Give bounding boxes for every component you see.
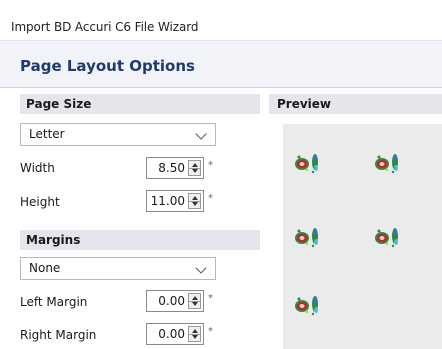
chevron-down-icon [195, 262, 207, 274]
dotplot-blob [379, 162, 385, 166]
dotplot-blob [394, 165, 398, 171]
dotplot-blob [297, 297, 301, 301]
page-size-section-header: Page Size [20, 94, 260, 114]
spin-up-icon[interactable] [192, 163, 198, 167]
spin-down-icon[interactable] [192, 169, 198, 173]
dotplot-blob [313, 297, 317, 303]
margins-section-label: Margins [26, 233, 81, 247]
margins-section-header: Margins [20, 230, 260, 250]
left-margin-label: Left Margin [20, 295, 88, 309]
window-title: Import BD Accuri C6 File Wizard [11, 20, 199, 34]
width-label: Width [20, 161, 55, 175]
margins-preset-value: None [29, 261, 61, 275]
preview-section-label: Preview [277, 97, 332, 111]
preview-section-header: Preview [269, 94, 442, 114]
dotplot-blob [299, 162, 305, 166]
width-value: 8.50 [158, 161, 185, 175]
dotplot-blob [299, 236, 305, 240]
dotplot-blob [311, 170, 315, 174]
height-value: 11.00 [150, 194, 185, 208]
dotplot-blob [311, 312, 315, 316]
dotplot-blob [393, 155, 397, 161]
dotplot-thumbnail-icon [375, 154, 398, 174]
right-margin-required-marker: * [208, 326, 213, 337]
right-margin-spinner[interactable]: 0.00 [146, 323, 204, 345]
dotplot-blob [313, 155, 317, 161]
dotplot-blob [299, 304, 305, 308]
dotplot-blob [314, 165, 318, 171]
dotplot-blob [297, 229, 301, 233]
margins-dropdown[interactable]: None [20, 257, 216, 280]
dotplot-blob [305, 242, 309, 246]
dotplot-blob [311, 244, 315, 248]
right-margin-value: 0.00 [158, 327, 185, 341]
width-required-marker: * [208, 160, 213, 171]
spin-down-icon[interactable] [192, 302, 198, 306]
dotplot-blob [305, 168, 309, 172]
spin-down-icon[interactable] [192, 202, 198, 206]
dotplot-blob [377, 155, 381, 159]
dotplot-thumbnail-icon [295, 154, 318, 174]
dotplot-blob [391, 170, 395, 174]
paper-size-value: Letter [29, 127, 65, 141]
dotplot-blob [305, 310, 309, 314]
dotplot-blob [313, 229, 317, 235]
left-margin-required-marker: * [208, 293, 213, 304]
preview-panel [269, 114, 442, 349]
dotplot-blob [314, 307, 318, 313]
spin-up-icon[interactable] [192, 329, 198, 333]
window-titlebar: Import BD Accuri C6 File Wizard [0, 0, 442, 40]
page-title: Page Layout Options [20, 57, 195, 75]
dotplot-blob [391, 244, 395, 248]
spin-up-icon[interactable] [192, 296, 198, 300]
left-margin-spin-buttons[interactable] [188, 293, 201, 309]
dotplot-thumbnail-icon [295, 228, 318, 248]
dotplot-blob [393, 229, 397, 235]
width-spinner[interactable]: 8.50 [146, 157, 204, 179]
height-required-marker: * [208, 193, 213, 204]
dotplot-blob [394, 239, 398, 245]
right-margin-label: Right Margin [20, 328, 97, 342]
dotplot-thumbnail-icon [375, 228, 398, 248]
dotplot-thumbnail-icon [295, 296, 318, 316]
spin-up-icon[interactable] [192, 196, 198, 200]
preview-page [283, 124, 442, 349]
width-spin-buttons[interactable] [188, 160, 201, 176]
height-spin-buttons[interactable] [188, 193, 201, 209]
right-margin-spin-buttons[interactable] [188, 326, 201, 342]
dotplot-blob [379, 236, 385, 240]
height-label: Height [20, 195, 60, 209]
left-margin-value: 0.00 [158, 294, 185, 308]
dotplot-blob [314, 239, 318, 245]
height-spinner[interactable]: 11.00 [146, 190, 204, 212]
dotplot-blob [385, 168, 389, 172]
dotplot-blob [297, 155, 301, 159]
page-size-section-label: Page Size [26, 97, 92, 111]
chevron-down-icon [195, 128, 207, 140]
paper-size-dropdown[interactable]: Letter [20, 123, 216, 146]
spin-down-icon[interactable] [192, 335, 198, 339]
left-margin-spinner[interactable]: 0.00 [146, 290, 204, 312]
dotplot-blob [377, 229, 381, 233]
dotplot-blob [385, 242, 389, 246]
